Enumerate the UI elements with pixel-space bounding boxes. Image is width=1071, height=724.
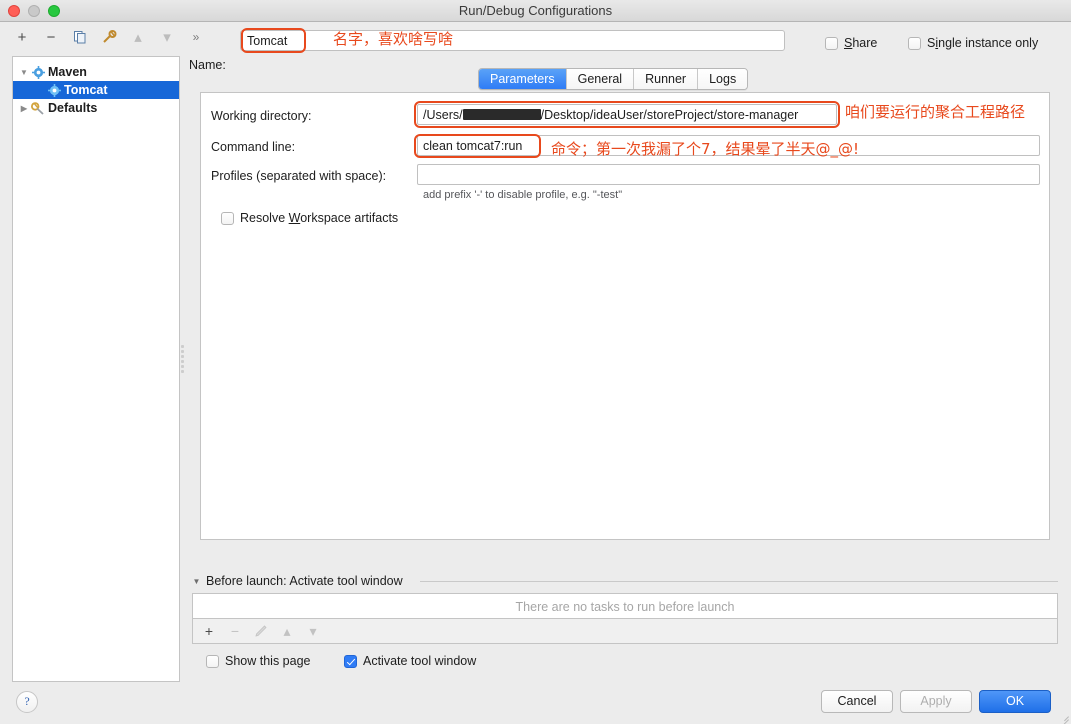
single-instance-label: Single instance only [927, 36, 1039, 50]
sidebar-item-maven[interactable]: ▼ Maven [13, 63, 179, 81]
share-checkbox[interactable] [825, 36, 838, 50]
add-task-icon[interactable]: + [201, 623, 217, 639]
copy-icon[interactable] [70, 27, 90, 47]
single-instance-checkbox-row[interactable]: Single instance only [908, 36, 1038, 50]
gear-icon [47, 83, 61, 97]
working-directory-label: Working directory: [211, 109, 312, 123]
share-label: Share [844, 36, 878, 50]
before-launch-divider [420, 581, 1058, 582]
chevron-down-icon[interactable]: ▼ [192, 577, 201, 586]
tab-logs[interactable]: Logs [698, 69, 748, 89]
parameters-tab-bar[interactable]: Parameters General Runner Logs [478, 68, 749, 90]
activate-tool-window-checkbox[interactable] [344, 654, 357, 668]
activate-tool-window-label: Activate tool window [363, 654, 477, 668]
profiles-hint: add prefix '-' to disable profile, e.g. … [423, 189, 623, 201]
sidebar-item-tomcat[interactable]: Tomcat [13, 81, 179, 99]
sidebar-item-label: Tomcat [64, 83, 108, 97]
resolve-workspace-artifacts-row[interactable]: Resolve Workspace artifacts [221, 211, 398, 225]
help-button[interactable]: ? [16, 691, 38, 713]
remove-task-icon[interactable]: − [227, 623, 243, 639]
resize-grip[interactable] [1057, 710, 1069, 724]
profiles-input[interactable] [417, 164, 1040, 185]
edit-defaults-icon[interactable] [99, 27, 119, 47]
move-task-down-icon[interactable]: ▾ [305, 623, 321, 639]
sidebar-item-defaults[interactable]: ▶ Defaults [13, 99, 179, 117]
ok-button[interactable]: OK [979, 690, 1051, 713]
cancel-button[interactable]: Cancel [821, 690, 893, 713]
move-task-up-icon[interactable]: ▴ [279, 623, 295, 639]
panel-splitter-handle[interactable] [180, 340, 185, 378]
working-directory-suffix: /Desktop/ideaUser/storeProject/store-man… [540, 108, 799, 122]
remove-icon[interactable]: − [41, 27, 61, 47]
profiles-label: Profiles (separated with space): [211, 169, 387, 183]
tab-general[interactable]: General [566, 69, 635, 89]
before-launch-toolbar: + − ▴ ▾ [192, 619, 1058, 644]
tab-parameters[interactable]: Parameters [479, 69, 567, 89]
config-name-input[interactable] [240, 30, 785, 51]
sidebar-item-label: Defaults [48, 101, 98, 115]
tab-runner[interactable]: Runner [634, 69, 699, 89]
before-launch-header[interactable]: ▼ Before launch: Activate tool window [192, 574, 403, 588]
activate-tool-window-row[interactable]: Activate tool window [344, 654, 476, 668]
working-directory-prefix: /Users/ [423, 108, 463, 122]
resolve-workspace-artifacts-checkbox[interactable] [221, 211, 234, 225]
config-name-field-wrap [240, 30, 785, 51]
chevron-down-icon[interactable]: ▼ [17, 68, 31, 77]
command-line-annotation: 命令；第一次我漏了个7，结果晕了半天@_@! [551, 140, 860, 158]
before-launch-title: Before launch: Activate tool window [206, 574, 403, 588]
move-down-icon[interactable]: ▾ [157, 27, 177, 47]
before-launch-empty-text: There are no tasks to run before launch [515, 600, 735, 614]
name-label: Name: [189, 58, 226, 72]
edit-task-icon[interactable] [253, 623, 269, 639]
chevron-right-icon[interactable]: ▶ [17, 104, 31, 113]
show-this-page-label: Show this page [225, 654, 311, 668]
show-this-page-row[interactable]: Show this page [206, 654, 310, 668]
working-directory-value: /Users/ /Desktop/ideaUser/storeProject/st… [423, 108, 798, 122]
gear-icon [31, 65, 45, 79]
working-directory-annotation: 咱们要运行的聚合工程路径 [845, 103, 1026, 121]
move-up-icon[interactable]: ▴ [128, 27, 148, 47]
run-debug-configurations-dialog: Run/Debug Configurations + − ▴ ▾ » Name:… [0, 0, 1071, 724]
wrench-icon [31, 101, 45, 115]
window-title: Run/Debug Configurations [458, 3, 613, 18]
working-directory-redacted-username [462, 109, 541, 120]
name-annotation: 名字，喜欢啥写啥 [333, 30, 454, 48]
resolve-workspace-artifacts-label: Resolve Workspace artifacts [240, 211, 399, 225]
apply-button[interactable]: Apply [900, 690, 972, 713]
window-titlebar: Run/Debug Configurations [0, 0, 1071, 22]
add-icon[interactable]: + [12, 27, 32, 47]
parameters-panel [200, 92, 1050, 540]
single-instance-checkbox[interactable] [908, 36, 921, 50]
config-toolbar-icons: + − ▴ ▾ » [12, 27, 206, 47]
sidebar-item-label: Maven [48, 65, 87, 79]
more-icon[interactable]: » [186, 27, 206, 47]
command-line-label: Command line: [211, 140, 296, 154]
share-checkbox-row[interactable]: Share [825, 36, 877, 50]
show-this-page-checkbox[interactable] [206, 654, 219, 668]
configurations-tree[interactable]: ▼ Maven Tomcat ▶ Defaults [12, 56, 180, 682]
